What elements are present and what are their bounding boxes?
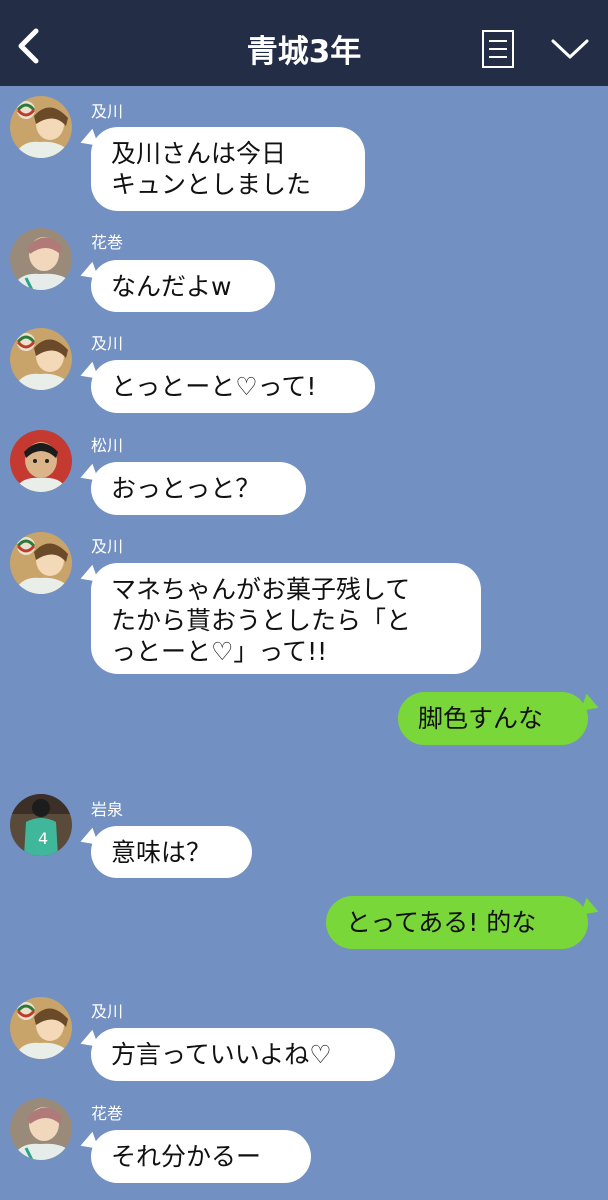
chat-header: 青城3年 [0, 0, 608, 86]
sender-name: 松川 [91, 436, 124, 455]
message-bubble[interactable]: おっとっと？ [91, 462, 306, 515]
avatar-matsukawa[interactable] [10, 430, 72, 492]
message-text: とっとーと♡って! [111, 372, 317, 401]
message-text: マネちゃんがお菓子残して たから貰おうとしたら「と っとーと♡」って!! [111, 575, 412, 666]
message-bubble-outgoing[interactable]: 脚色すんな [398, 692, 588, 745]
message-text: それ分かるー [111, 1142, 262, 1171]
chevron-down-icon[interactable] [550, 35, 590, 63]
avatar-oikawa[interactable] [10, 997, 72, 1059]
message-bubble[interactable]: 方言っていいよね♡ [91, 1028, 395, 1081]
message-text: なんだよw [111, 272, 232, 301]
sender-name: 及川 [91, 537, 124, 556]
message-bubble[interactable]: マネちゃんがお菓子残して たから貰おうとしたら「と っとーと♡」って!! [91, 563, 481, 674]
sender-name: 花巻 [91, 233, 124, 252]
message-text: とってある! 的な [346, 908, 537, 937]
sender-name: 及川 [91, 102, 124, 121]
avatar-oikawa[interactable] [10, 532, 72, 594]
chat-title: 青城3年 [246, 34, 362, 70]
message-bubble-outgoing[interactable]: とってある! 的な [326, 896, 588, 949]
avatar-oikawa[interactable] [10, 96, 72, 158]
message-text: おっとっと？ [111, 474, 261, 503]
message-text: 及川さんは今日 キュンとしました [111, 139, 312, 199]
message-text: 方言っていいよね♡ [111, 1040, 332, 1069]
message-bubble[interactable]: 及川さんは今日 キュンとしました [91, 127, 365, 211]
avatar-iwaizumi[interactable]: 4 [10, 794, 72, 856]
avatar-oikawa[interactable] [10, 328, 72, 390]
sender-name: 花巻 [91, 1104, 124, 1123]
sender-name: 及川 [91, 334, 124, 353]
sender-name: 及川 [91, 1002, 124, 1021]
avatar-hanamaki[interactable] [10, 228, 72, 290]
svg-text:4: 4 [38, 829, 48, 848]
avatar-hanamaki[interactable] [10, 1098, 72, 1160]
message-bubble[interactable]: とっとーと♡って! [91, 360, 375, 413]
menu-list-icon[interactable] [481, 29, 515, 69]
message-bubble[interactable]: 意味は？ [91, 826, 252, 878]
message-text: 脚色すんな [418, 704, 544, 733]
message-text: 意味は？ [111, 838, 212, 867]
sender-name: 岩泉 [91, 800, 124, 819]
message-bubble[interactable]: なんだよw [91, 260, 275, 312]
message-bubble[interactable]: それ分かるー [91, 1130, 311, 1183]
